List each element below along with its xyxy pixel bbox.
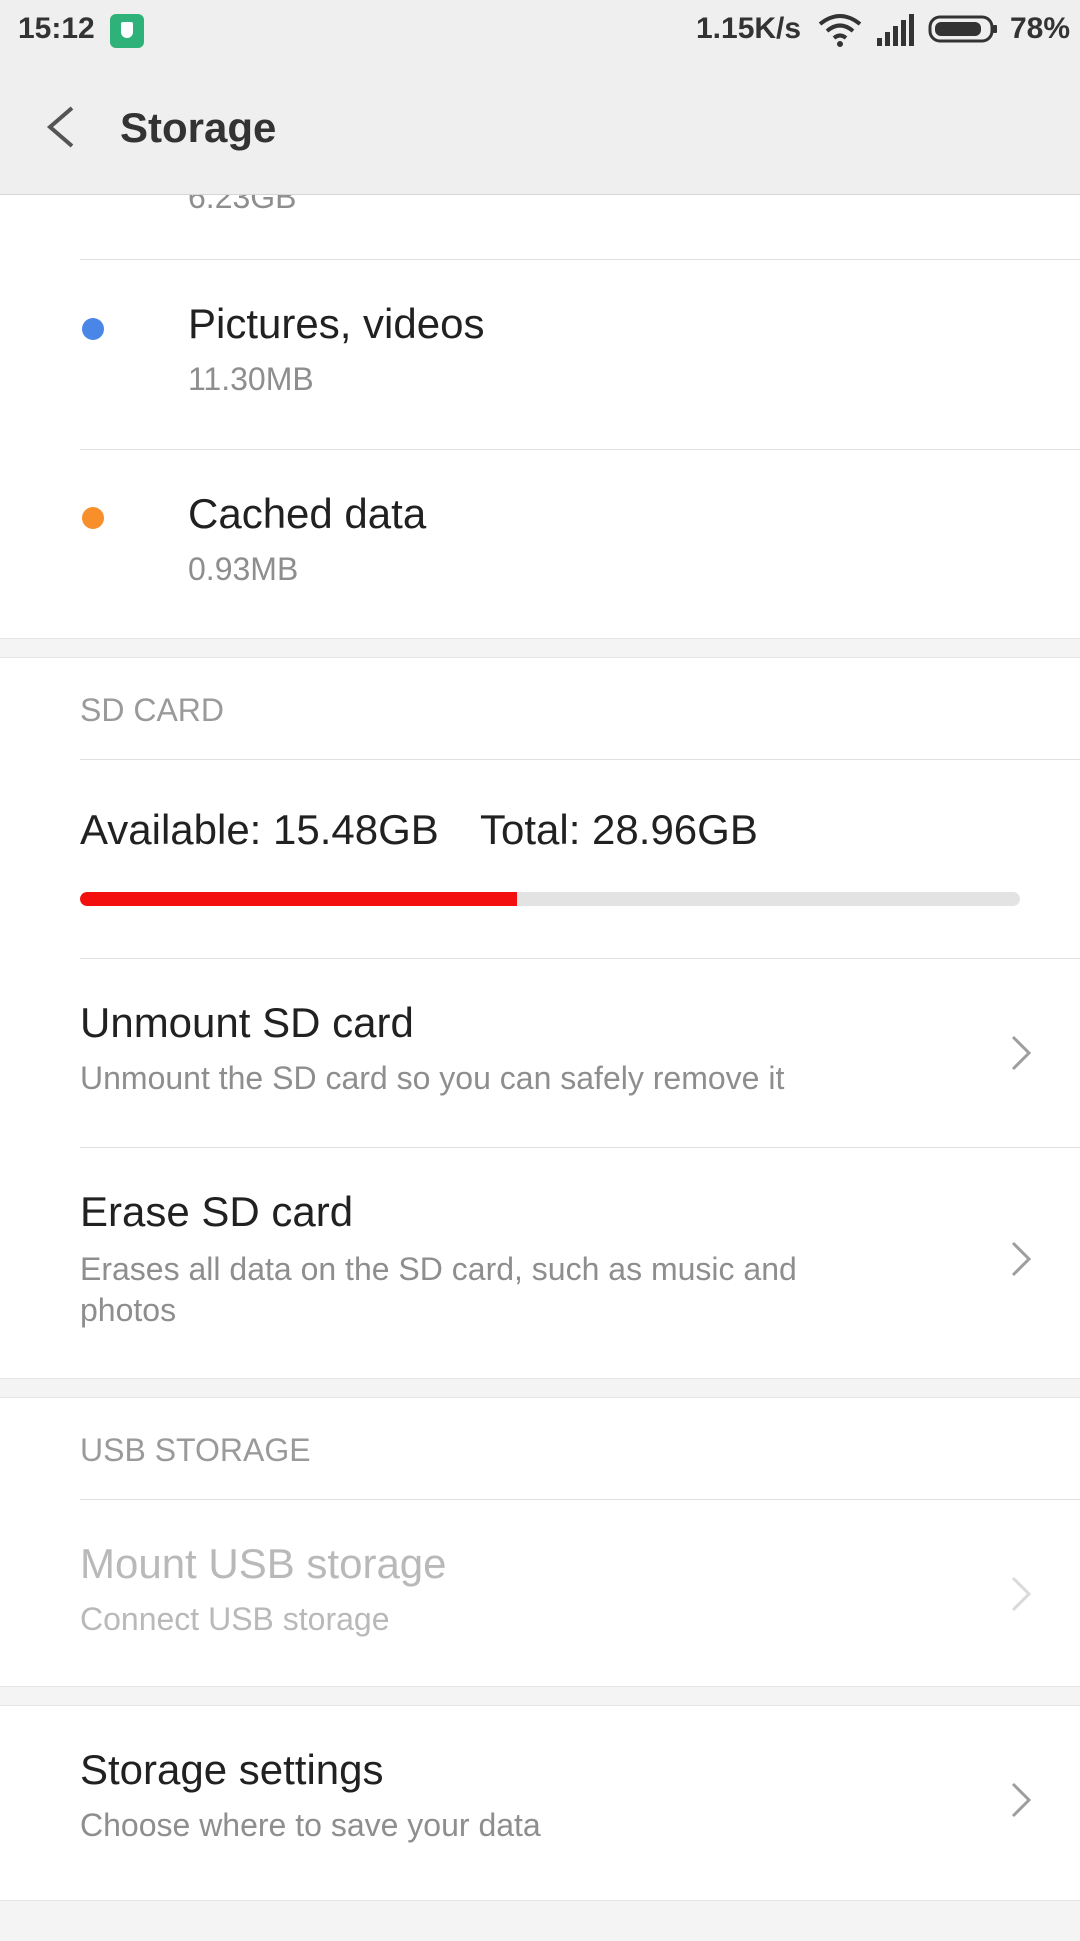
partial-item-value: 6.23GB xyxy=(188,195,297,215)
list-item-pictures-videos[interactable]: Pictures, videos 11.30MB xyxy=(0,260,1080,448)
page-title: Storage xyxy=(120,104,277,151)
color-dot-icon xyxy=(82,507,104,529)
item-subtitle: Choose where to save your data xyxy=(80,1807,541,1843)
item-value: 11.30MB xyxy=(188,361,314,397)
section-gap xyxy=(0,1686,1080,1706)
section-gap xyxy=(0,1378,1080,1398)
sd-usage-bar xyxy=(80,892,1020,906)
app-bar: Storage xyxy=(0,60,1080,195)
item-subtitle: Erases all data on the SD card, such as … xyxy=(80,1251,797,1328)
item-label: Cached data xyxy=(188,490,427,537)
battery-percent: 78% xyxy=(1010,12,1071,45)
cell-signal-icon xyxy=(877,14,914,46)
item-title: Storage settings xyxy=(80,1746,384,1793)
unmount-sd-card-item[interactable]: Unmount SD card Unmount the SD card so y… xyxy=(0,959,1080,1147)
erase-sd-card-item[interactable]: Erase SD card Erases all data on the SD … xyxy=(0,1148,1080,1373)
sd-usage-fill xyxy=(80,892,518,906)
status-bar: 15:12 1.15K/s 78% xyxy=(0,0,1080,60)
item-label: Pictures, videos xyxy=(188,300,485,347)
item-title: Mount USB storage xyxy=(80,1540,447,1587)
list-item-cached-data[interactable]: Cached data 0.93MB xyxy=(0,450,1080,638)
battery-icon xyxy=(928,15,997,43)
item-subtitle: Unmount the SD card so you can safely re… xyxy=(80,1060,785,1096)
network-speed: 1.15K/s xyxy=(696,12,802,45)
sd-capacity-row: Available: 15.48GB Total: 28.96GB xyxy=(0,760,1080,953)
item-title: Unmount SD card xyxy=(80,999,414,1046)
item-value: 0.93MB xyxy=(188,551,299,587)
chevron-right-icon xyxy=(1011,1782,1032,1818)
storage-settings-item[interactable]: Storage settings Choose where to save yo… xyxy=(0,1706,1080,1892)
mount-usb-storage-item: Mount USB storage Connect USB storage xyxy=(0,1500,1080,1686)
security-shield-icon xyxy=(110,14,144,48)
section-gap xyxy=(0,1900,1080,1941)
wifi-icon xyxy=(818,14,862,47)
item-subtitle: Connect USB storage xyxy=(80,1601,390,1637)
sd-available-text: Available: 15.48GB xyxy=(80,806,439,853)
back-arrow-icon[interactable] xyxy=(44,104,78,150)
chevron-right-icon xyxy=(1011,1241,1032,1277)
item-title: Erase SD card xyxy=(80,1188,354,1235)
list-item-partial: 6.23GB xyxy=(0,195,1080,259)
chevron-right-icon xyxy=(1011,1035,1032,1071)
section-header-usb-storage: USB STORAGE xyxy=(80,1432,311,1468)
section-gap xyxy=(0,638,1080,658)
section-header-sd-card: SD CARD xyxy=(80,692,225,728)
color-dot-icon xyxy=(82,318,104,340)
sd-total-text: Total: 28.96GB xyxy=(480,806,758,853)
status-time: 15:12 xyxy=(18,12,95,45)
chevron-right-icon xyxy=(1011,1576,1032,1612)
